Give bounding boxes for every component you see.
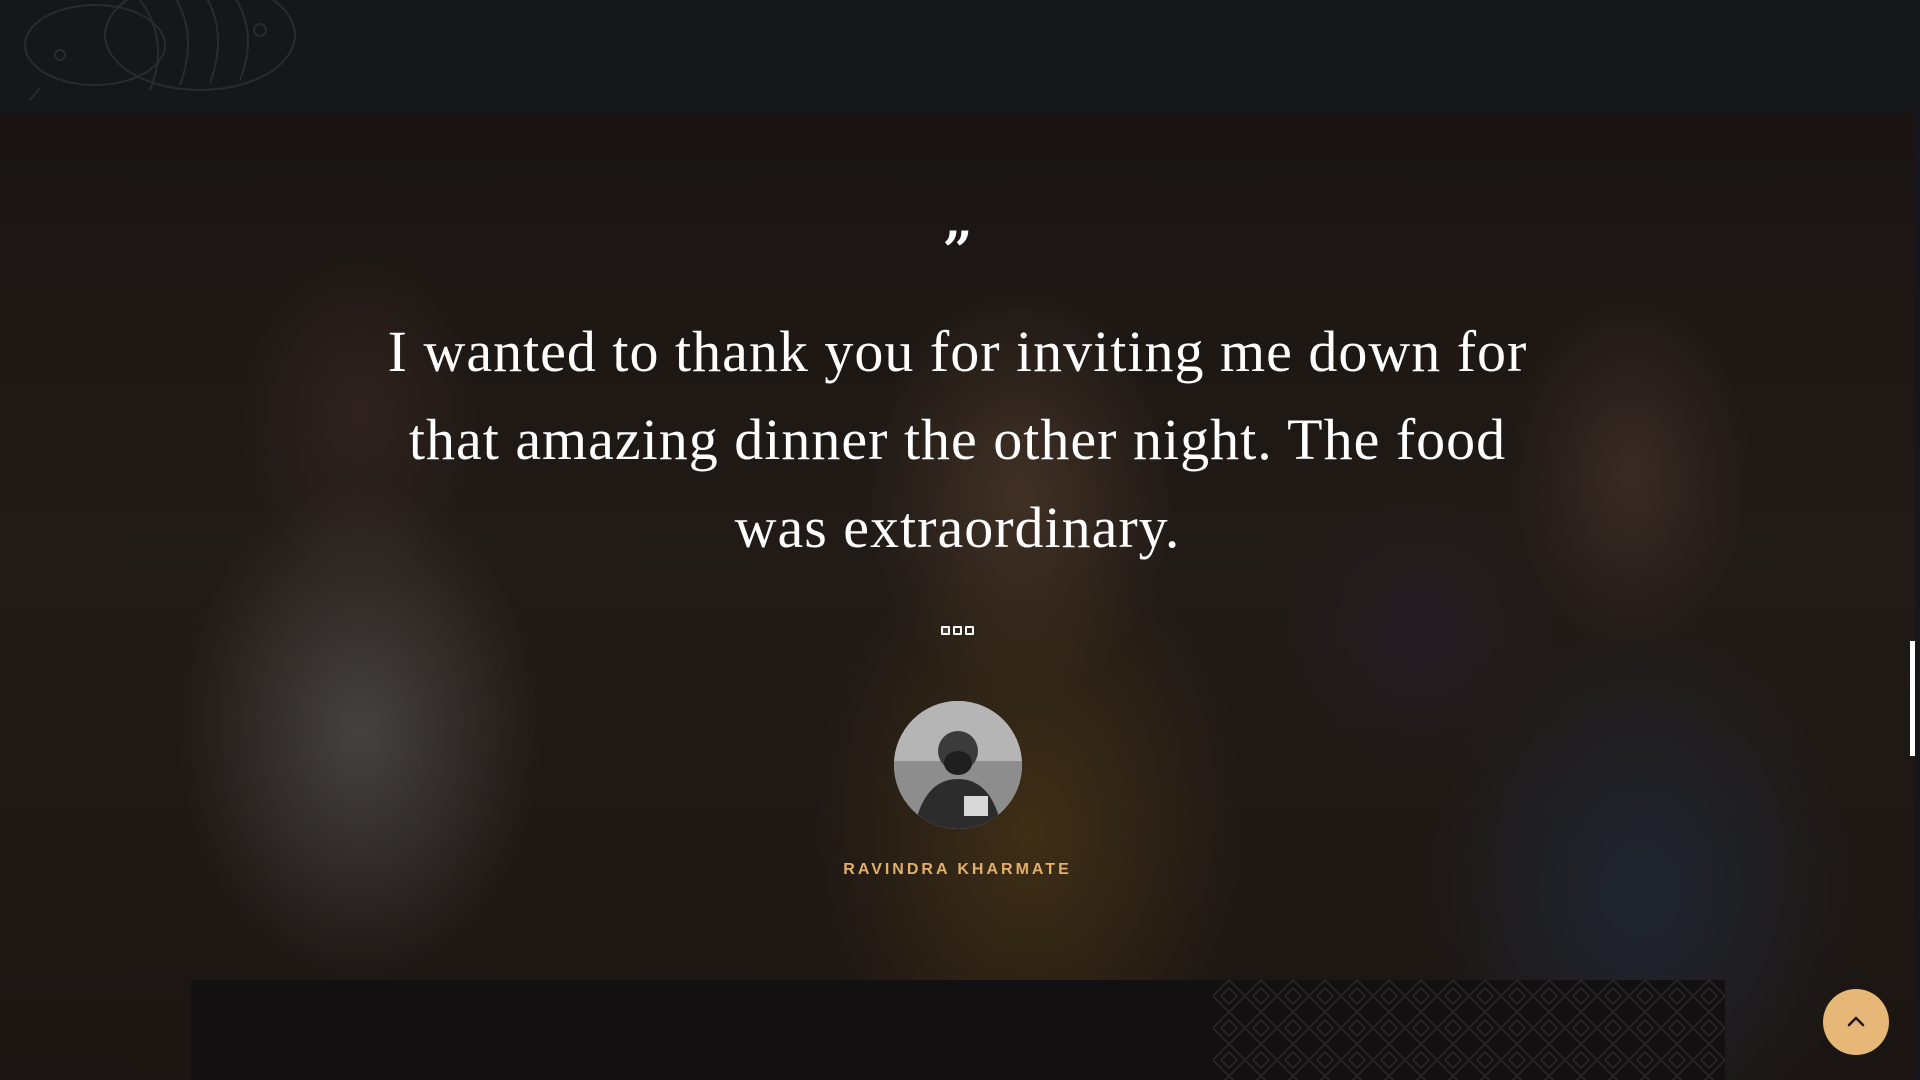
page: ” I wanted to thank you for inviting me … (0, 0, 1920, 1080)
testimonial-section: ” I wanted to thank you for inviting me … (0, 113, 1915, 1080)
bottom-dark-card (191, 980, 1725, 1080)
slider-dot-1[interactable] (941, 626, 950, 635)
person-avatar-icon (894, 701, 1022, 829)
scroll-indicator[interactable] (1910, 641, 1915, 756)
testimonial-quote: I wanted to thank you for inviting me do… (387, 319, 1528, 560)
geometric-pattern-icon (1213, 980, 1725, 1080)
author-avatar (894, 701, 1022, 829)
food-doodle-icon (24, 0, 296, 101)
slider-dot-2[interactable] (953, 626, 962, 635)
quote-icon: ” (942, 221, 973, 282)
chevron-up-icon (1847, 1016, 1865, 1027)
top-header-strip (0, 0, 1920, 113)
slider-dot-3[interactable] (965, 626, 974, 635)
author-name: RAVINDRA KHARMATE (843, 861, 1072, 878)
slider-dots (0, 626, 1915, 635)
back-to-top-button[interactable] (1823, 989, 1889, 1055)
